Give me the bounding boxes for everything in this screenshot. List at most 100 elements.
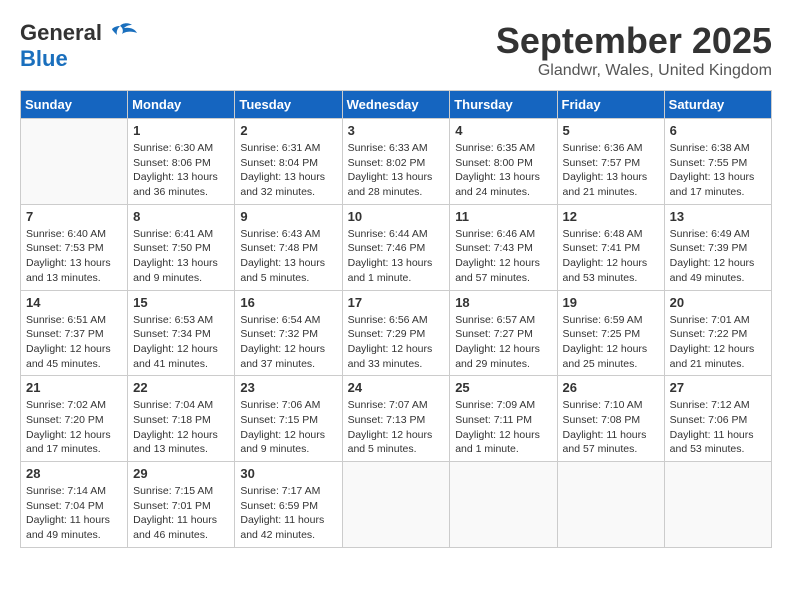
day-info: Sunrise: 6:48 AM Sunset: 7:41 PM Dayligh… bbox=[563, 227, 659, 286]
calendar-cell: 28Sunrise: 7:14 AM Sunset: 7:04 PM Dayli… bbox=[21, 462, 128, 548]
weekday-header-thursday: Thursday bbox=[450, 91, 557, 119]
day-info: Sunrise: 6:46 AM Sunset: 7:43 PM Dayligh… bbox=[455, 227, 551, 286]
weekday-header-sunday: Sunday bbox=[21, 91, 128, 119]
logo-general-text: General bbox=[20, 20, 102, 46]
day-number: 15 bbox=[133, 295, 229, 310]
calendar-cell: 26 Sunrise: 7:10 AM Sunset: 7:08 PM Dayli… bbox=[557, 376, 664, 462]
day-number: 8 bbox=[133, 209, 229, 224]
calendar-cell: 11 Sunrise: 6:46 AM Sunset: 7:43 PM Dayli… bbox=[450, 204, 557, 290]
day-number: 4 bbox=[455, 123, 551, 138]
day-number: 22 bbox=[133, 380, 229, 395]
day-number: 10 bbox=[348, 209, 445, 224]
day-info: Sunrise: 6:43 AM Sunset: 7:48 PM Dayligh… bbox=[240, 227, 336, 286]
day-number: 19 bbox=[563, 295, 659, 310]
calendar-cell: 6 Sunrise: 6:38 AM Sunset: 7:55 PM Daylig… bbox=[664, 119, 771, 205]
day-info: Sunrise: 7:15 AM Sunset: 7:01 PM Dayligh… bbox=[133, 484, 229, 543]
day-number: 5 bbox=[563, 123, 659, 138]
calendar-cell: 1 Sunrise: 6:30 AM Sunset: 8:06 PM Daylig… bbox=[128, 119, 235, 205]
location-subtitle: Glandwr, Wales, United Kingdom bbox=[496, 62, 772, 80]
day-number: 9 bbox=[240, 209, 336, 224]
day-info: Sunrise: 6:40 AM Sunset: 7:53 PM Dayligh… bbox=[26, 227, 122, 286]
day-number: 6 bbox=[670, 123, 766, 138]
calendar-cell bbox=[21, 119, 128, 205]
calendar-cell: 24 Sunrise: 7:07 AM Sunset: 7:13 PM Dayli… bbox=[342, 376, 450, 462]
day-number: 30 bbox=[240, 466, 336, 481]
weekday-header-saturday: Saturday bbox=[664, 91, 771, 119]
weekday-header-tuesday: Tuesday bbox=[235, 91, 342, 119]
day-info: Sunrise: 7:10 AM Sunset: 7:08 PM Dayligh… bbox=[563, 398, 659, 457]
day-info: Sunrise: 6:57 AM Sunset: 7:27 PM Dayligh… bbox=[455, 313, 551, 372]
day-number: 20 bbox=[670, 295, 766, 310]
day-info: Sunrise: 6:30 AM Sunset: 8:06 PM Dayligh… bbox=[133, 141, 229, 200]
day-number: 1 bbox=[133, 123, 229, 138]
calendar-cell: 19 Sunrise: 6:59 AM Sunset: 7:25 PM Dayli… bbox=[557, 290, 664, 376]
day-number: 24 bbox=[348, 380, 445, 395]
calendar-cell: 20 Sunrise: 7:01 AM Sunset: 7:22 PM Dayli… bbox=[664, 290, 771, 376]
page-header: General Blue September 2025 Glandwr, Wal… bbox=[20, 20, 772, 80]
calendar-cell: 22 Sunrise: 7:04 AM Sunset: 7:18 PM Dayli… bbox=[128, 376, 235, 462]
calendar-cell: 17Sunrise: 6:56 AM Sunset: 7:29 PM Dayli… bbox=[342, 290, 450, 376]
calendar-week-row: 1 Sunrise: 6:30 AM Sunset: 8:06 PM Daylig… bbox=[21, 119, 772, 205]
day-info: Sunrise: 6:38 AM Sunset: 7:55 PM Dayligh… bbox=[670, 141, 766, 200]
day-info: Sunrise: 6:49 AM Sunset: 7:39 PM Dayligh… bbox=[670, 227, 766, 286]
day-info: Sunrise: 6:59 AM Sunset: 7:25 PM Dayligh… bbox=[563, 313, 659, 372]
day-number: 26 bbox=[563, 380, 659, 395]
calendar-cell: 13 Sunrise: 6:49 AM Sunset: 7:39 PM Dayli… bbox=[664, 204, 771, 290]
day-number: 11 bbox=[455, 209, 551, 224]
day-number: 14 bbox=[26, 295, 122, 310]
calendar-cell: 18Sunrise: 6:57 AM Sunset: 7:27 PM Dayli… bbox=[450, 290, 557, 376]
calendar-cell: 29 Sunrise: 7:15 AM Sunset: 7:01 PM Dayli… bbox=[128, 462, 235, 548]
calendar-week-row: 14Sunrise: 6:51 AM Sunset: 7:37 PM Dayli… bbox=[21, 290, 772, 376]
day-info: Sunrise: 6:35 AM Sunset: 8:00 PM Dayligh… bbox=[455, 141, 551, 200]
weekday-header-monday: Monday bbox=[128, 91, 235, 119]
day-number: 23 bbox=[240, 380, 336, 395]
day-number: 13 bbox=[670, 209, 766, 224]
calendar-cell: 9 Sunrise: 6:43 AM Sunset: 7:48 PM Daylig… bbox=[235, 204, 342, 290]
calendar-cell: 23 Sunrise: 7:06 AM Sunset: 7:15 PM Dayli… bbox=[235, 376, 342, 462]
calendar-cell: 3 Sunrise: 6:33 AM Sunset: 8:02 PM Daylig… bbox=[342, 119, 450, 205]
day-info: Sunrise: 7:04 AM Sunset: 7:18 PM Dayligh… bbox=[133, 398, 229, 457]
calendar-cell: 21Sunrise: 7:02 AM Sunset: 7:20 PM Dayli… bbox=[21, 376, 128, 462]
calendar-cell: 14Sunrise: 6:51 AM Sunset: 7:37 PM Dayli… bbox=[21, 290, 128, 376]
weekday-header-friday: Friday bbox=[557, 91, 664, 119]
weekday-header-wednesday: Wednesday bbox=[342, 91, 450, 119]
calendar-cell: 8 Sunrise: 6:41 AM Sunset: 7:50 PM Daylig… bbox=[128, 204, 235, 290]
calendar-cell: 16Sunrise: 6:54 AM Sunset: 7:32 PM Dayli… bbox=[235, 290, 342, 376]
day-info: Sunrise: 6:56 AM Sunset: 7:29 PM Dayligh… bbox=[348, 313, 445, 372]
calendar-week-row: 7 Sunrise: 6:40 AM Sunset: 7:53 PM Daylig… bbox=[21, 204, 772, 290]
title-area: September 2025 Glandwr, Wales, United Ki… bbox=[496, 20, 772, 80]
calendar-cell: 25Sunrise: 7:09 AM Sunset: 7:11 PM Dayli… bbox=[450, 376, 557, 462]
calendar-cell bbox=[557, 462, 664, 548]
day-info: Sunrise: 7:17 AM Sunset: 6:59 PM Dayligh… bbox=[240, 484, 336, 543]
calendar-cell: 5 Sunrise: 6:36 AM Sunset: 7:57 PM Daylig… bbox=[557, 119, 664, 205]
calendar-cell bbox=[450, 462, 557, 548]
day-info: Sunrise: 7:02 AM Sunset: 7:20 PM Dayligh… bbox=[26, 398, 122, 457]
day-info: Sunrise: 7:01 AM Sunset: 7:22 PM Dayligh… bbox=[670, 313, 766, 372]
day-info: Sunrise: 6:54 AM Sunset: 7:32 PM Dayligh… bbox=[240, 313, 336, 372]
month-title: September 2025 bbox=[496, 20, 772, 62]
logo-bird-icon bbox=[102, 21, 137, 46]
day-info: Sunrise: 6:33 AM Sunset: 8:02 PM Dayligh… bbox=[348, 141, 445, 200]
day-number: 28 bbox=[26, 466, 122, 481]
day-info: Sunrise: 6:53 AM Sunset: 7:34 PM Dayligh… bbox=[133, 313, 229, 372]
day-info: Sunrise: 7:12 AM Sunset: 7:06 PM Dayligh… bbox=[670, 398, 766, 457]
day-info: Sunrise: 6:36 AM Sunset: 7:57 PM Dayligh… bbox=[563, 141, 659, 200]
day-info: Sunrise: 7:07 AM Sunset: 7:13 PM Dayligh… bbox=[348, 398, 445, 457]
calendar-week-row: 21Sunrise: 7:02 AM Sunset: 7:20 PM Dayli… bbox=[21, 376, 772, 462]
calendar-cell: 30 Sunrise: 7:17 AM Sunset: 6:59 PM Dayli… bbox=[235, 462, 342, 548]
day-number: 29 bbox=[133, 466, 229, 481]
calendar-cell: 4 Sunrise: 6:35 AM Sunset: 8:00 PM Daylig… bbox=[450, 119, 557, 205]
day-info: Sunrise: 6:41 AM Sunset: 7:50 PM Dayligh… bbox=[133, 227, 229, 286]
calendar-cell: 10Sunrise: 6:44 AM Sunset: 7:46 PM Dayli… bbox=[342, 204, 450, 290]
day-number: 3 bbox=[348, 123, 445, 138]
day-info: Sunrise: 7:06 AM Sunset: 7:15 PM Dayligh… bbox=[240, 398, 336, 457]
calendar-cell: 15 Sunrise: 6:53 AM Sunset: 7:34 PM Dayli… bbox=[128, 290, 235, 376]
calendar-header-row: SundayMondayTuesdayWednesdayThursdayFrid… bbox=[21, 91, 772, 119]
calendar-cell: 7 Sunrise: 6:40 AM Sunset: 7:53 PM Daylig… bbox=[21, 204, 128, 290]
day-info: Sunrise: 6:31 AM Sunset: 8:04 PM Dayligh… bbox=[240, 141, 336, 200]
calendar-table: SundayMondayTuesdayWednesdayThursdayFrid… bbox=[20, 90, 772, 548]
day-number: 27 bbox=[670, 380, 766, 395]
calendar-cell bbox=[342, 462, 450, 548]
day-number: 7 bbox=[26, 209, 122, 224]
day-info: Sunrise: 7:09 AM Sunset: 7:11 PM Dayligh… bbox=[455, 398, 551, 457]
